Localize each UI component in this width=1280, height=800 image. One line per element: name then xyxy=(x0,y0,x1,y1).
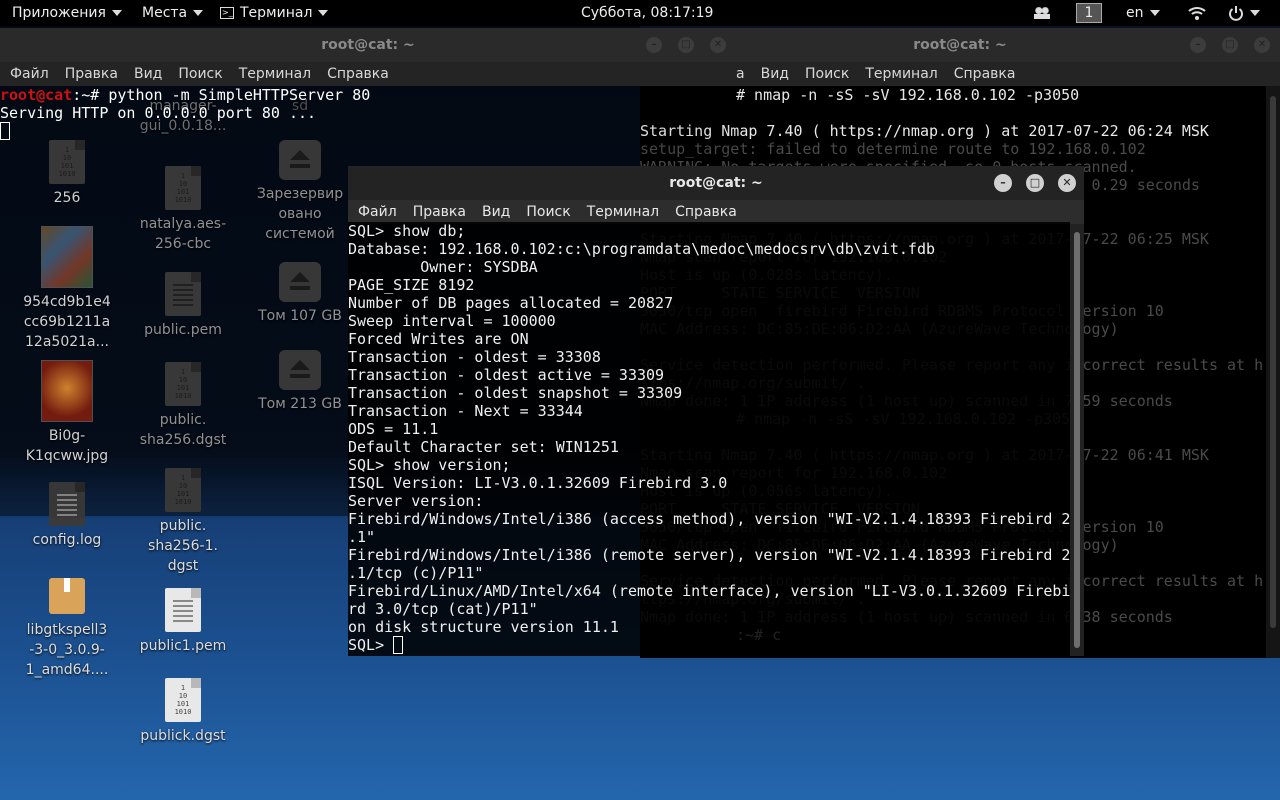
menubar: Файл Правка Вид Поиск Терминал Справка xyxy=(0,62,736,86)
sql-prompt: SQL> xyxy=(348,636,394,654)
prompt-user: root@cat xyxy=(0,86,73,104)
menu-item-terminal[interactable]: Терминал xyxy=(587,204,659,220)
chevron-down-icon xyxy=(1149,10,1160,16)
sql-prompt-line: SQL> xyxy=(348,636,1070,654)
menu-item-terminal[interactable]: Терминал xyxy=(239,66,311,82)
window-title[interactable]: root@cat: ~ xyxy=(0,28,736,62)
workspace-number: 1 xyxy=(1076,3,1102,23)
terminal-line: Owner: SYSDBA xyxy=(348,258,538,276)
terminal-app-icon: >_ xyxy=(220,7,234,19)
maximize-icon[interactable]: □ xyxy=(678,37,694,53)
language-menu[interactable]: en xyxy=(1126,0,1160,26)
minimize-icon[interactable]: – xyxy=(646,37,662,53)
terminal-output[interactable]: SQL> show db; Database: 192.168.0.102:c:\… xyxy=(348,222,1070,656)
terminal-line: Firebird/Windows/Intel/i386 (access meth… xyxy=(348,510,1070,528)
menu-item-right-0[interactable]: а xyxy=(736,66,745,82)
clock[interactable]: Суббота, 08:17:19 xyxy=(581,0,713,26)
menu-item-view[interactable]: Вид xyxy=(761,66,789,82)
applications-menu[interactable]: Приложения xyxy=(12,0,122,26)
close-icon[interactable]: ✕ xyxy=(1058,174,1076,192)
terminal-line: Transaction - oldest = 33308 xyxy=(348,348,601,366)
menubar: а Вид Поиск Терминал Справка xyxy=(640,62,1280,86)
menubar: Файл Правка Вид Поиск Терминал Справка xyxy=(348,200,1084,224)
window-title[interactable]: root@cat: ~ xyxy=(348,166,1084,200)
power-menu[interactable] xyxy=(1228,0,1260,26)
places-menu[interactable]: Места xyxy=(142,0,204,26)
top-panel: Приложения Места >_ Терминал Суббота, 08:… xyxy=(0,0,1280,26)
chevron-down-icon xyxy=(193,10,204,16)
terminal-line: PAGE_SIZE 8192 xyxy=(348,276,475,294)
menu-item-view[interactable]: Вид xyxy=(482,204,510,220)
maximize-icon[interactable]: □ xyxy=(1222,37,1238,53)
terminal-line: Number of DB pages allocated = 20827 xyxy=(348,294,674,312)
terminal-line: Transaction - oldest snapshot = 33309 xyxy=(348,384,683,402)
text-cursor xyxy=(0,122,10,140)
binary-file-icon: 1 10 101 1010 xyxy=(165,678,201,722)
minimize-icon[interactable]: – xyxy=(1190,37,1206,53)
output-line: Serving HTTP on 0.0.0.0 port 80 ... xyxy=(0,104,317,122)
terminal-line: Sweep interval = 100000 xyxy=(348,312,556,330)
desktop-icon-libgtkspell[interactable]: libgtkspell3 -3-0_3.0.9- 1_amd64.... xyxy=(12,578,122,680)
people-icon[interactable] xyxy=(1034,0,1050,26)
chevron-down-icon xyxy=(1250,10,1260,16)
menu-item-help[interactable]: Справка xyxy=(675,204,737,220)
menu-item-search[interactable]: Поиск xyxy=(526,204,570,220)
terminal-line: SQL> show version; xyxy=(348,456,511,474)
clock-label: Суббота, 08:17:19 xyxy=(581,5,714,21)
minimize-icon[interactable]: – xyxy=(994,174,1012,192)
terminal-app-label: Терминал xyxy=(240,5,313,21)
terminal-line: Database: 192.168.0.102:c:\programdata\m… xyxy=(348,240,935,258)
places-label: Места xyxy=(142,5,188,21)
terminal-line: Server version: xyxy=(348,492,484,510)
menu-item-help[interactable]: Справка xyxy=(954,66,1016,82)
desktop-icon-public1-pem[interactable]: public1.pem xyxy=(128,588,238,656)
text-cursor xyxy=(393,636,404,654)
terminal-line: ISQL Version: LI-V3.0.1.32609 Firebird 3… xyxy=(348,474,728,492)
terminal-line: Transaction - Next = 33344 xyxy=(348,402,583,420)
power-icon xyxy=(1229,6,1243,21)
applications-label: Приложения xyxy=(12,5,106,21)
terminal-line: Firebird/Linux/AMD/Intel/x64 (remote int… xyxy=(348,582,1070,600)
terminal-line: Forced Writes are ON xyxy=(348,330,529,348)
scrollbar[interactable] xyxy=(1266,86,1280,658)
terminal-window-active[interactable]: root@cat: ~ – □ ✕ Файл Правка Вид Поиск Терм… xyxy=(348,166,1084,656)
menu-item-terminal[interactable]: Терминал xyxy=(865,66,937,82)
close-icon[interactable]: ✕ xyxy=(1254,37,1270,53)
window-title[interactable]: root@cat: ~ xyxy=(640,28,1280,62)
scrollbar[interactable] xyxy=(1070,224,1084,656)
chevron-down-icon xyxy=(111,10,122,16)
terminal-line: SQL> show db; xyxy=(348,222,466,240)
text-file-icon xyxy=(165,588,201,632)
terminal-line: Transaction - oldest active = 33309 xyxy=(348,366,665,384)
terminal-line: on disk structure version 11.1 xyxy=(348,618,619,636)
menu-item-file[interactable]: Файл xyxy=(358,204,397,220)
menu-item-file[interactable]: Файл xyxy=(10,66,49,82)
terminal-line: rd 3.0/tcp (cat)/P11" xyxy=(348,600,538,618)
terminal-line: ODS = 11.1 xyxy=(348,420,439,438)
language-label: en xyxy=(1126,5,1144,21)
package-icon xyxy=(49,578,85,614)
maximize-icon[interactable]: □ xyxy=(1026,174,1044,192)
workspace-indicator[interactable]: 1 xyxy=(1076,0,1102,26)
wifi-icon[interactable] xyxy=(1188,0,1206,26)
menu-item-view[interactable]: Вид xyxy=(134,66,162,82)
menu-item-search[interactable]: Поиск xyxy=(178,66,222,82)
close-icon[interactable]: ✕ xyxy=(710,37,726,53)
terminal-app-menu[interactable]: >_ Терминал xyxy=(220,0,329,26)
desktop-icon-publick-dgst[interactable]: 1 10 101 1010 publick.dgst xyxy=(128,678,238,746)
terminal-line: Firebird/Windows/Intel/i386 (remote serv… xyxy=(348,546,1070,564)
menu-item-edit[interactable]: Правка xyxy=(413,204,466,220)
menu-item-help[interactable]: Справка xyxy=(327,66,389,82)
terminal-line: .1/tcp (c)/P11" xyxy=(348,564,484,582)
terminal-line: Default Character set: WIN1251 xyxy=(348,438,619,456)
command-line: :~# python -m SimpleHTTPServer 80 xyxy=(72,86,371,104)
menu-item-edit[interactable]: Правка xyxy=(65,66,118,82)
menu-item-search[interactable]: Поиск xyxy=(805,66,849,82)
terminal-line: .1" xyxy=(348,528,376,546)
chevron-down-icon xyxy=(318,10,329,16)
